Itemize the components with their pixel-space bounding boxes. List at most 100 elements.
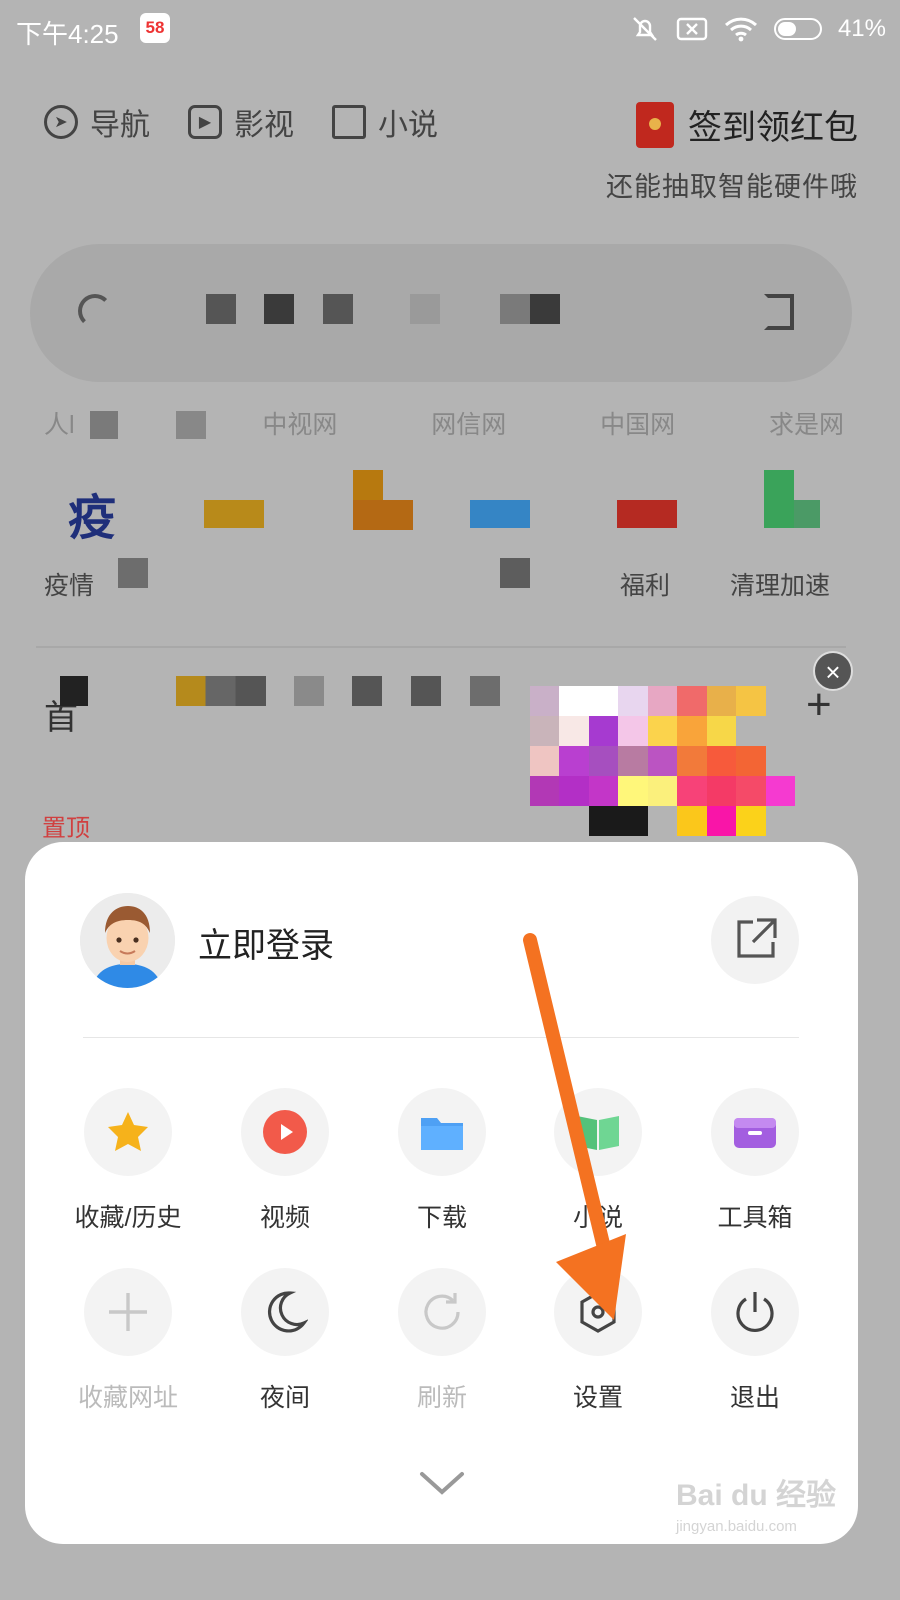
mosaic-block (176, 676, 266, 706)
menu-item-refresh[interactable]: 刷新 (362, 1268, 522, 1414)
search-bar[interactable] (30, 244, 852, 382)
menu-label: 设置 (572, 1384, 623, 1412)
add-channel-button[interactable]: + (806, 680, 832, 730)
menu-label: 刷新 (416, 1384, 467, 1412)
toolbox-icon (734, 1118, 776, 1148)
login-button[interactable]: 立即登录 (198, 918, 334, 967)
play-square-icon: ▶ (188, 105, 222, 139)
mosaic-block (353, 470, 383, 500)
menu-item-favorites-history[interactable]: 收藏/历史 (48, 1088, 208, 1234)
external-link-icon (737, 918, 777, 958)
mosaic-block (617, 500, 677, 528)
site-link[interactable]: 人l (44, 405, 75, 441)
chevron-down-icon (420, 1472, 464, 1495)
mosaic-block (470, 500, 530, 528)
battery-icon (773, 18, 822, 40)
mosaic-block (294, 676, 324, 706)
mosaic-block (500, 558, 530, 588)
nav-label: 导航 (90, 109, 150, 142)
mosaic-block (470, 676, 500, 706)
mosaic-block (530, 294, 560, 324)
menu-item-night-mode[interactable]: 夜间 (205, 1268, 365, 1414)
quick-label: 疫情 (44, 572, 95, 600)
battery-percent: 41% (837, 15, 886, 42)
site-link[interactable]: 中视网 (262, 405, 337, 441)
menu-label: 夜间 (259, 1384, 310, 1412)
menu-item-exit[interactable]: 退出 (675, 1268, 835, 1414)
loading-spinner-icon (78, 294, 112, 328)
nav-label: 影视 (234, 109, 294, 142)
status-bar: 下午4:25 58 41% (0, 0, 900, 62)
watermark-main: Bai du 经验 (676, 1479, 837, 1512)
mosaic-block (118, 558, 148, 588)
menu-item-video[interactable]: 视频 (205, 1088, 365, 1234)
mosaic-block (411, 676, 441, 706)
watermark: Bai du 经验 jingyan.baidu.com (676, 1470, 836, 1535)
avatar[interactable] (80, 893, 175, 988)
menu-circle (84, 1268, 172, 1356)
settings-hexagon-icon (580, 1291, 616, 1333)
collapse-menu-button[interactable] (418, 1468, 466, 1503)
menu-item-novel[interactable]: 小说 (518, 1088, 678, 1234)
mosaic-block (60, 676, 88, 706)
site-link[interactable]: 网信网 (431, 405, 506, 441)
menu-label: 收藏网址 (77, 1384, 178, 1412)
menu-circle (711, 1268, 799, 1356)
status-time: 下午4:25 (16, 19, 119, 49)
status-icons: 41% (630, 14, 886, 44)
red-envelope-icon (636, 101, 674, 148)
nav-item-navigation[interactable]: ➤ 导航 (44, 100, 150, 144)
menu-item-settings[interactable]: 设置 (518, 1268, 678, 1414)
checkin-promo[interactable]: 签到领红包 还能抽取智能硬件哦 (606, 100, 858, 204)
promo-subtitle: 还能抽取智能硬件哦 (606, 172, 858, 202)
menu-label: 小说 (572, 1204, 623, 1232)
mosaic-block (352, 676, 382, 706)
menu-circle (241, 1088, 329, 1176)
menu-circle (554, 1088, 642, 1176)
mosaic-block (264, 294, 294, 324)
book-icon (332, 105, 366, 139)
menu-circle (711, 1088, 799, 1176)
menu-label: 工具箱 (717, 1204, 793, 1232)
wifi-icon (724, 17, 757, 42)
epidemic-icon[interactable]: 疫 (68, 478, 116, 548)
menu-label: 视频 (259, 1204, 310, 1232)
top-nav: ➤ 导航 ▶ 影视 小说 (44, 100, 438, 144)
menu-label: 收藏/历史 (74, 1204, 182, 1232)
mosaic-block (176, 411, 206, 439)
mosaic-block (90, 411, 118, 439)
refresh-icon (424, 1293, 460, 1330)
menu-circle (398, 1268, 486, 1356)
site-link[interactable]: 求是网 (769, 405, 844, 441)
quick-label: 清理加速 (730, 572, 831, 600)
mosaic-block (500, 294, 530, 324)
mosaic-block (206, 294, 236, 324)
site-links-row: 人l 中视网 网信网 中国网 求是网 (44, 405, 844, 441)
mosaic-block (794, 500, 820, 528)
menu-circle (398, 1088, 486, 1176)
menu-item-toolbox[interactable]: 工具箱 (675, 1088, 835, 1234)
nav-label: 小说 (378, 109, 438, 142)
moon-icon (267, 1291, 308, 1333)
menu-circle (554, 1268, 642, 1356)
menu-item-download[interactable]: 下载 (362, 1088, 522, 1234)
menu-label: 下载 (416, 1204, 467, 1232)
video-play-icon (263, 1110, 307, 1154)
pinned-label: 置顶 (42, 815, 90, 842)
mute-bell-icon (633, 17, 657, 41)
no-sim-icon (676, 17, 708, 41)
compass-icon: ➤ (44, 105, 78, 139)
menu-item-bookmark-url[interactable]: 收藏网址 (48, 1268, 208, 1414)
menu-circle (84, 1088, 172, 1176)
share-button[interactable] (711, 896, 799, 984)
site-link[interactable]: 中国网 (600, 405, 675, 441)
nav-item-novel[interactable]: 小说 (332, 100, 438, 144)
star-icon (108, 1112, 148, 1151)
nav-item-video[interactable]: ▶ 影视 (188, 100, 294, 144)
scan-icon[interactable] (764, 294, 794, 330)
menu-circle (241, 1268, 329, 1356)
plus-icon (109, 1293, 147, 1331)
app-58-icon: 58 (140, 13, 170, 43)
watermark-sub: jingyan.baidu.com (676, 1518, 797, 1535)
mosaic-block (764, 470, 794, 528)
